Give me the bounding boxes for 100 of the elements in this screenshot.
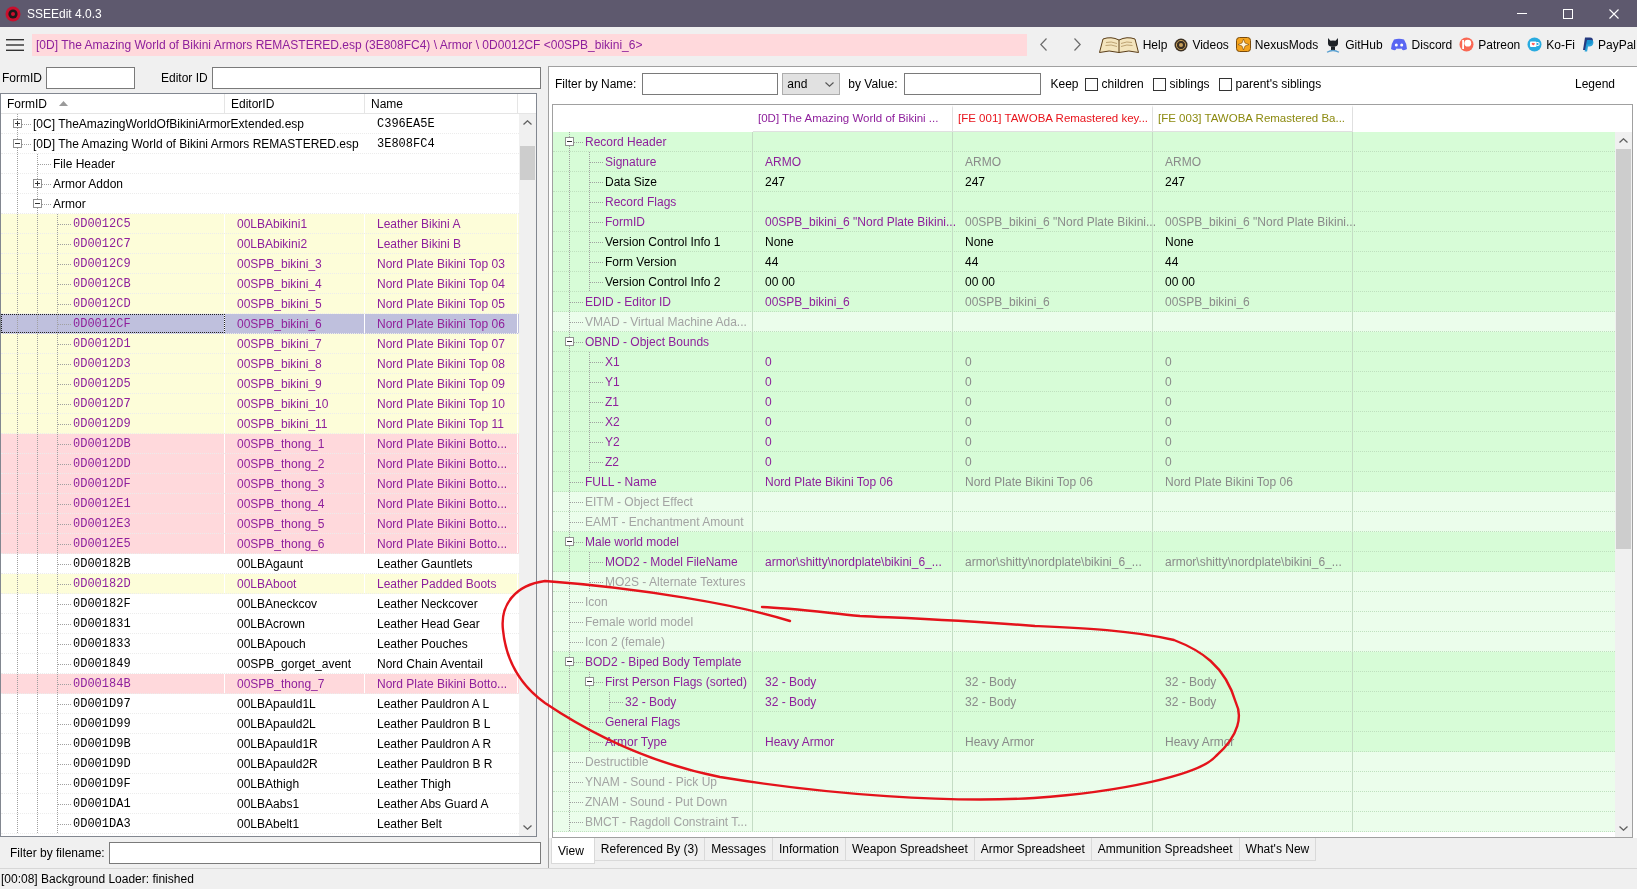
cup-icon[interactable] (1527, 37, 1543, 52)
form-id-field[interactable] (46, 66, 135, 89)
field-row[interactable]: Form Version 44 44 44 (553, 252, 1615, 272)
column-header[interactable]: EditorID (225, 94, 365, 113)
field-row[interactable]: BOD2 - Biped Body Template (553, 652, 1615, 672)
record-row[interactable]: 0D0012DB 00SPB_thong_1 Nord Plate Bikini Botto... (1, 434, 519, 454)
operator-dropdown[interactable]: and (782, 73, 841, 95)
chevron-up-icon[interactable] (523, 120, 532, 125)
record-row[interactable]: 0D00184B 00SPB_thong_7 Nord Plate Bikini Botto... (1, 674, 519, 694)
record-row[interactable]: 0D00182D 00LBAboot Leather Padded Boots (1, 574, 519, 594)
view-tab[interactable]: View (551, 838, 595, 864)
record-row[interactable]: 0D001849 00SPB_gorget_avent Nord Chain Aventail (1, 654, 519, 674)
field-row[interactable]: Y1 0 0 0 (553, 372, 1615, 392)
field-row[interactable]: MOD2 - Model FileName armor\shitty\nordplate\bikini_6_... armor\shitty\nordplate\bikini_6_... armor\shitty\nordplate\bikini_6_... (553, 552, 1615, 572)
plugin-column-header[interactable]: [FE 001] TAWOBA Remastered key... (953, 105, 1153, 132)
field-row[interactable]: Signature ARMO ARMO ARMO (553, 152, 1615, 172)
scrollbar-thumb[interactable] (520, 146, 535, 180)
editor-id-field[interactable] (211, 66, 541, 89)
field-row[interactable]: X2 0 0 0 (553, 412, 1615, 432)
field-row[interactable]: FULL - Name Nord Plate Bikini Top 06 Nord Plate Bikini Top 06 Nord Plate Bikini Top 06 (553, 472, 1615, 492)
chevron-left-icon[interactable] (1040, 38, 1048, 51)
checkbox[interactable] (1152, 77, 1166, 91)
filename-filter-field[interactable] (108, 841, 541, 864)
field-row[interactable]: Record Header (553, 132, 1615, 152)
field-row[interactable]: OBND - Object Bounds (553, 332, 1615, 352)
toolbar-link[interactable]: Ko-Fi (1527, 37, 1575, 52)
record-row[interactable]: 0D0012D5 00SPB_bikini_9 Nord Plate Bikini Top 09 (1, 374, 519, 394)
column-header[interactable]: Name (365, 94, 518, 113)
field-row[interactable]: First Person Flags (sorted) 32 - Body 32 - Body 32 - Body (553, 672, 1615, 692)
record-row[interactable]: 0D001D9D 00LBApauld2R Leather Pauldron B R (1, 754, 519, 774)
close-icon[interactable] (1609, 8, 1619, 19)
minus-box-icon[interactable] (584, 677, 594, 686)
toolbar-link[interactable]: Patreon (1459, 37, 1521, 52)
record-row[interactable]: 0D0012CB 00SPB_bikini_4 Nord Plate Bikini Top 04 (1, 274, 519, 294)
record-row[interactable]: 0D0012E5 00SPB_thong_6 Nord Plate Bikini Botto... (1, 534, 519, 554)
record-row[interactable]: 0D001831 00LBAcrown Leather Head Gear (1, 614, 519, 634)
group-row[interactable]: Armor (1, 194, 519, 214)
menu-icon[interactable] (6, 38, 24, 51)
record-row[interactable]: 0D0012E3 00SPB_thong_5 Nord Plate Bikini Botto... (1, 514, 519, 534)
plus-box-icon[interactable] (12, 119, 22, 128)
record-row[interactable]: 0D0012C9 00SPB_bikini_3 Nord Plate Bikini Top 03 (1, 254, 519, 274)
view-tab[interactable]: What's New (1238, 838, 1317, 861)
checkbox-label[interactable]: parent's siblings (1235, 77, 1322, 91)
record-row[interactable]: 0D0012D3 00SPB_bikini_8 Nord Plate Bikini Top 08 (1, 354, 519, 374)
field-row[interactable]: Data Size 247 247 247 (553, 172, 1615, 192)
toolbar-link[interactable]: NexusMods (1235, 37, 1319, 52)
record-row[interactable]: 0D0012D9 00SPB_bikini_11 Nord Plate Bikini Top 11 (1, 414, 519, 434)
record-row[interactable]: 0D0012DF 00SPB_thong_3 Nord Plate Bikini Botto... (1, 474, 519, 494)
record-row[interactable]: 0D0012D1 00SPB_bikini_7 Nord Plate Bikini Top 07 (1, 334, 519, 354)
field-row[interactable]: 32 - Body 32 - Body 32 - Body 32 - Body (553, 692, 1615, 712)
chevron-down-icon[interactable] (523, 825, 532, 830)
scrollbar[interactable] (1615, 132, 1632, 837)
record-row[interactable]: 0D0012D7 00SPB_bikini_10 Nord Plate Bikini Top 10 (1, 394, 519, 414)
coin-icon[interactable] (1174, 37, 1189, 52)
record-row[interactable]: 0D0012DD 00SPB_thong_2 Nord Plate Bikini Botto... (1, 454, 519, 474)
column-header[interactable]: FormID (1, 94, 225, 113)
record-row[interactable]: 0D00182B 00LBAgaunt Leather Gauntlets (1, 554, 519, 574)
minus-box-icon[interactable] (564, 337, 574, 346)
field-row[interactable]: Z1 0 0 0 (553, 392, 1615, 412)
checkbox[interactable] (1084, 77, 1098, 91)
minus-box-icon[interactable] (564, 657, 574, 666)
record-row[interactable]: 0D001D97 00LBApauld1L Leather Pauldron A L (1, 694, 519, 714)
name-filter-field[interactable] (642, 73, 779, 95)
plugin-row[interactable]: [0D] The Amazing World of Bikini Armors REMASTERED.esp 3E808FC4 (1, 134, 519, 154)
cat-icon[interactable] (1325, 36, 1342, 53)
legend-button[interactable]: Legend (1574, 77, 1615, 91)
minus-box-icon[interactable] (32, 199, 42, 208)
record-row[interactable]: 0D00182F 00LBAneckcov Leather Neckcover (1, 594, 519, 614)
minus-box-icon[interactable] (564, 537, 574, 546)
checkbox[interactable] (1218, 77, 1232, 91)
record-row[interactable]: 0D001DA3 00LBAbelt1 Leather Belt (1, 814, 519, 834)
toolbar-link[interactable]: PayPal (1581, 37, 1636, 52)
plus-box-icon[interactable] (32, 179, 42, 188)
field-row[interactable]: Record Flags (553, 192, 1615, 212)
chevron-down-icon[interactable] (1619, 826, 1628, 831)
book-icon[interactable] (1098, 36, 1139, 53)
record-row[interactable]: 0D001D9B 00LBApauld1R Leather Pauldron A R (1, 734, 519, 754)
toolbar-link[interactable]: Help (1098, 36, 1168, 53)
record-row[interactable]: 0D001D9F 00LBAthigh Leather Thigh (1, 774, 519, 794)
record-row[interactable]: 0D0012CD 00SPB_bikini_5 Nord Plate Bikini Top 05 (1, 294, 519, 314)
chevron-right-icon[interactable] (1074, 38, 1082, 51)
minus-box-icon[interactable] (12, 139, 22, 148)
checkbox-label[interactable]: children (1101, 77, 1144, 91)
field-row[interactable]: Y2 0 0 0 (553, 432, 1615, 452)
field-row[interactable]: X1 0 0 0 (553, 352, 1615, 372)
gamepad-icon[interactable] (1389, 38, 1408, 51)
minus-box-icon[interactable] (564, 137, 574, 146)
field-row[interactable]: Version Control Info 2 00 00 00 00 00 00 (553, 272, 1615, 292)
plugin-column-header[interactable]: [FE 003] TAWOBA Remastered Ba... (1153, 105, 1353, 132)
toolbar-link[interactable]: Discord (1389, 37, 1453, 52)
value-filter-field[interactable] (903, 73, 1041, 95)
toolbar-link[interactable]: GitHub (1325, 36, 1383, 53)
record-row[interactable]: 0D001833 00LBApouch Leather Pouches (1, 634, 519, 654)
plugin-row[interactable]: [0C] TheAmazingWorldOfBikiniArmorExtended.esp C396EA5E (1, 114, 519, 134)
maximize-icon[interactable] (1563, 8, 1573, 19)
circle-bar-icon[interactable] (1459, 37, 1475, 52)
field-row[interactable]: FormID 00SPB_bikini_6 "Nord Plate Bikini... 00SPB_bikini_6 "Nord Plate Bikini... 00SPB_bikini_6 "Nord Plate Bikini... (553, 212, 1615, 232)
record-row[interactable]: 0D001DA1 00LBAabs1 Leather Abs Guard A (1, 794, 519, 814)
group-row[interactable]: File Header (1, 154, 519, 174)
chevron-up-icon[interactable] (1619, 138, 1628, 143)
